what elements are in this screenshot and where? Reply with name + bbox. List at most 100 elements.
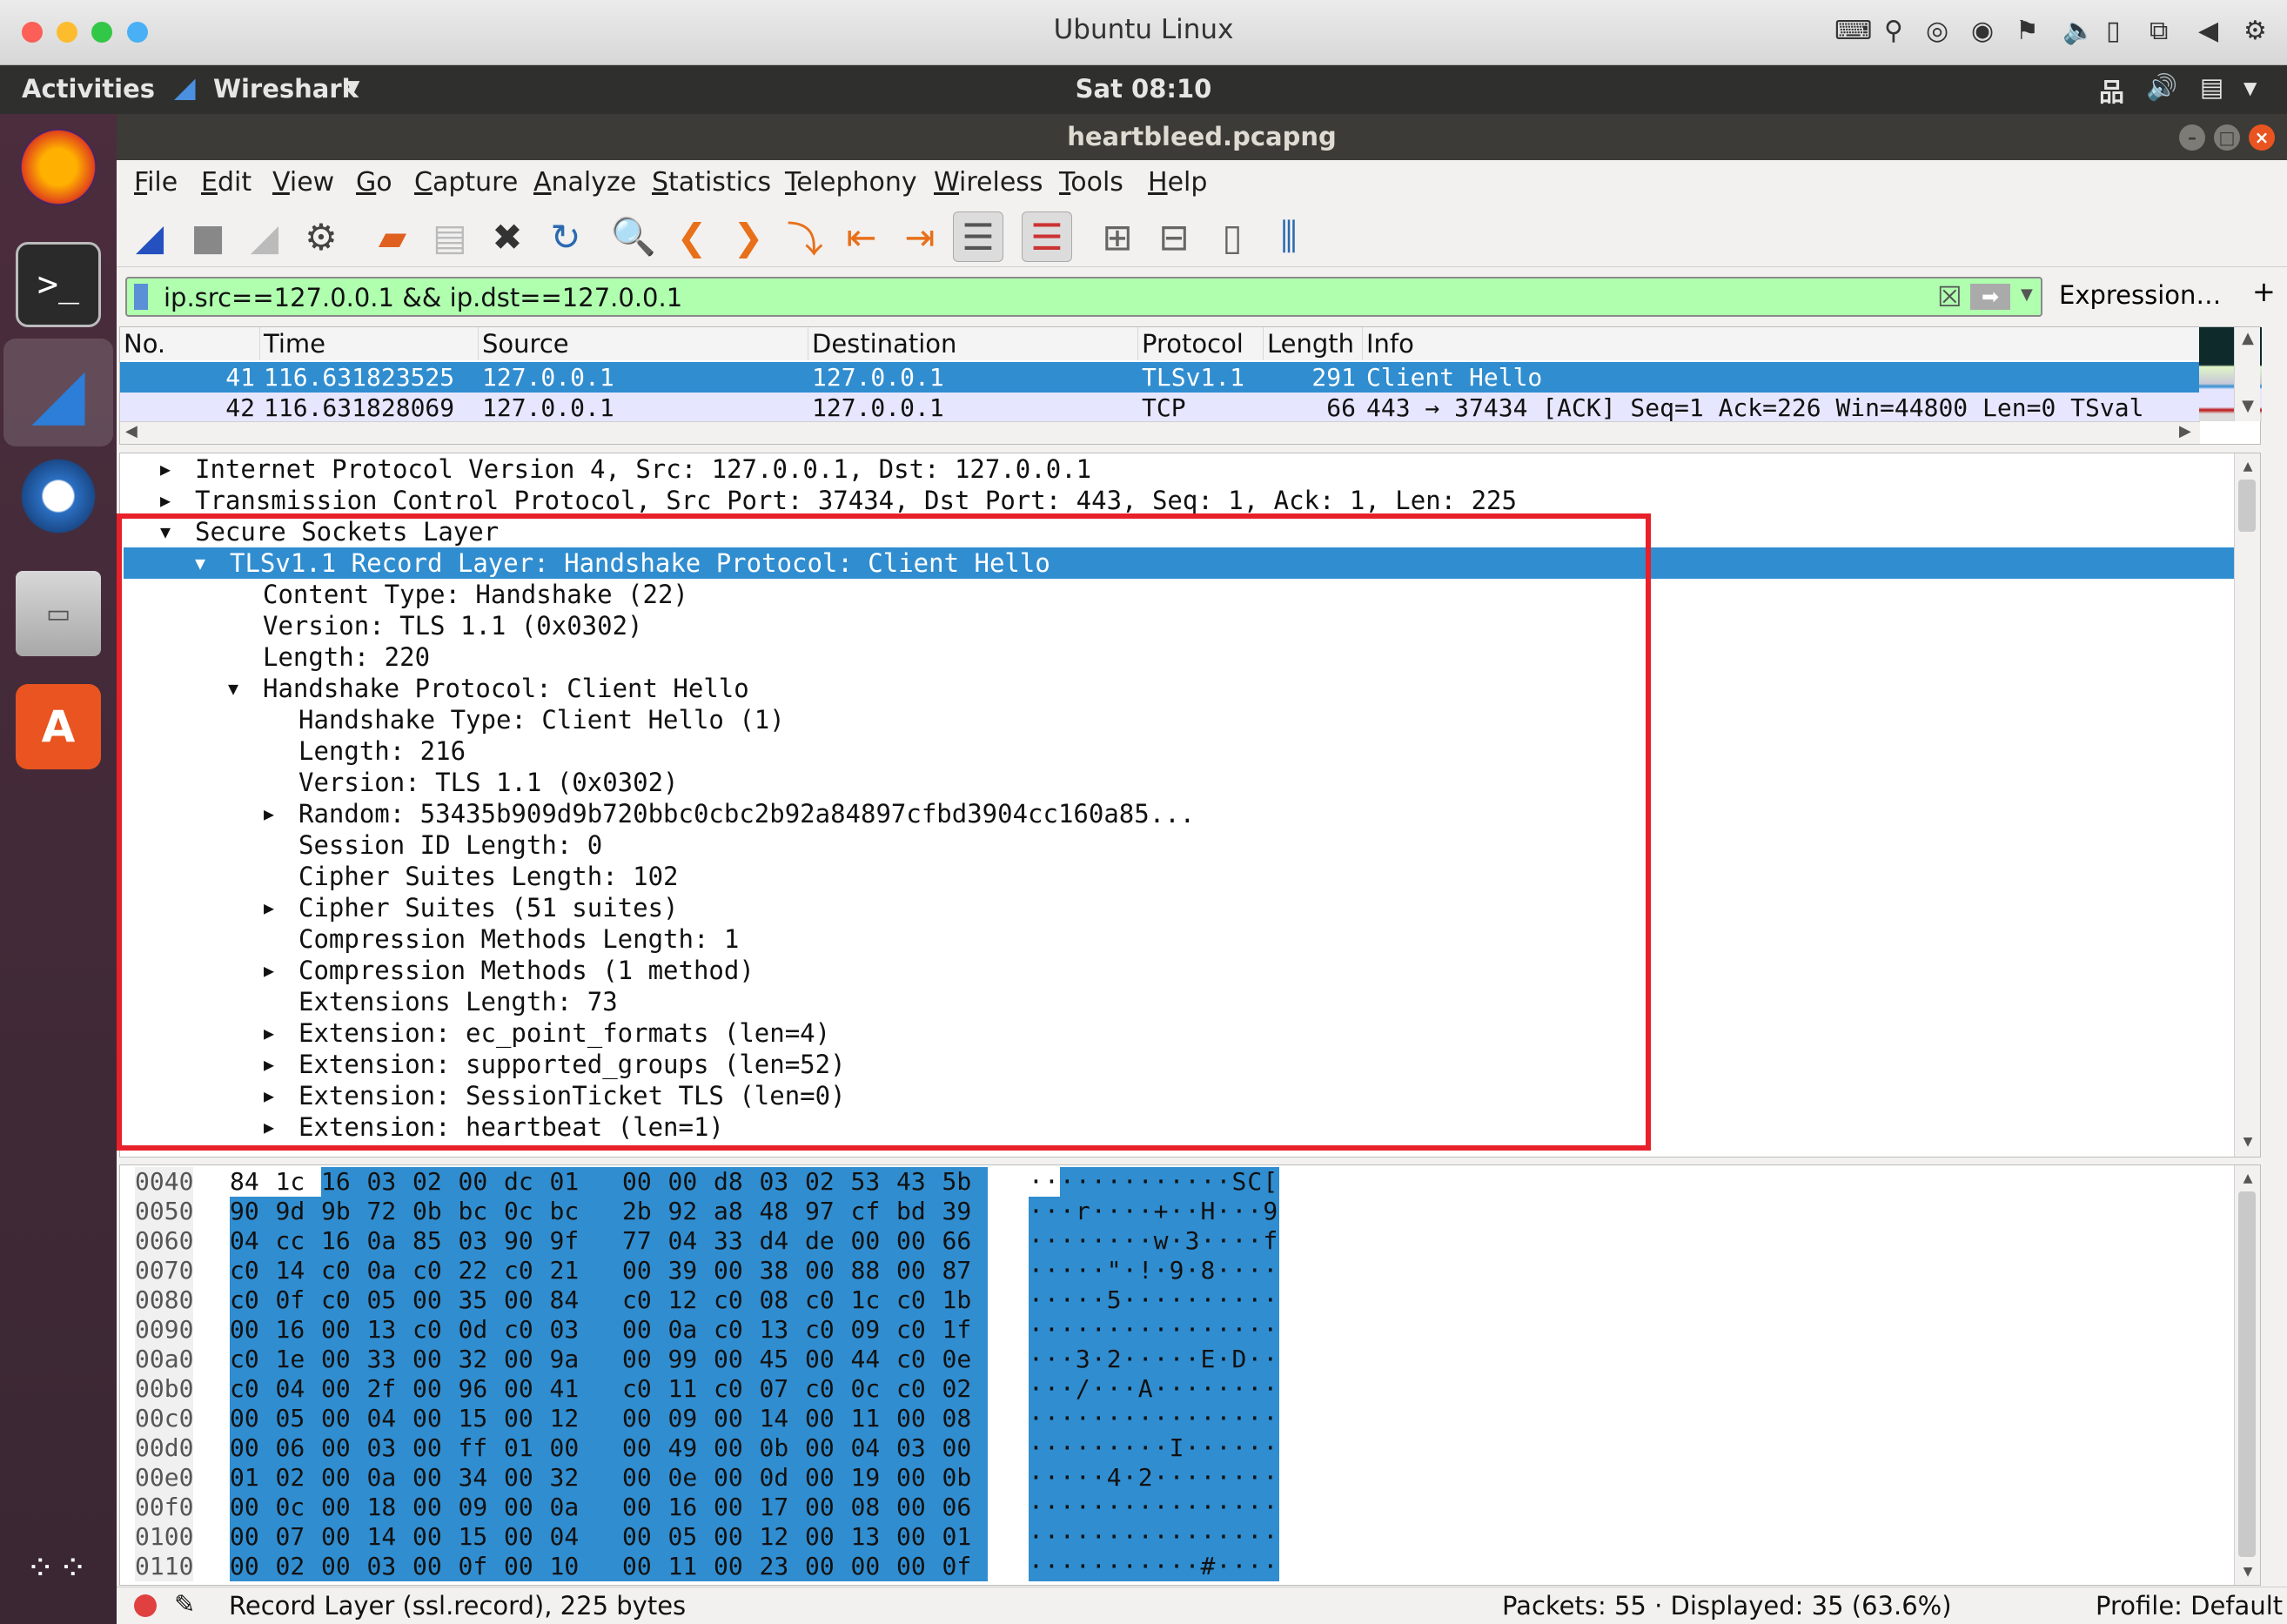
go-back-icon[interactable]: ❮ (667, 211, 717, 262)
hex-byte[interactable]: 00 (667, 1167, 714, 1197)
hex-byte[interactable]: 00 (321, 1552, 367, 1581)
hex-byte[interactable]: dc (504, 1167, 550, 1197)
hex-byte[interactable]: 00 (805, 1522, 851, 1552)
ascii-text[interactable]: ·····5·········· (1029, 1285, 1278, 1315)
hex-byte[interactable]: 32 (549, 1463, 622, 1493)
hex-byte[interactable]: 05 (667, 1522, 714, 1552)
hex-byte[interactable]: 00 (321, 1345, 367, 1374)
hex-byte[interactable]: c0 (896, 1285, 942, 1315)
hex-byte[interactable]: 00 (504, 1522, 550, 1552)
hex-byte[interactable]: 35 (458, 1285, 504, 1315)
hex-byte[interactable]: 0f (458, 1552, 504, 1581)
hex-byte[interactable]: 53 (850, 1167, 896, 1197)
packet-list-hscrollbar[interactable]: ◀ ▶ (120, 421, 2200, 444)
tree-item[interactable]: ▼ Handshake Protocol: Client Hello (120, 673, 2260, 704)
normal-size-icon[interactable]: ▯ (1207, 211, 1258, 262)
hex-byte[interactable]: c0 (896, 1345, 942, 1374)
save-file-icon[interactable]: ▤ (425, 211, 475, 262)
column-header-time[interactable]: Time (260, 327, 479, 360)
hex-byte[interactable]: 00 (714, 1493, 760, 1522)
hex-byte[interactable]: 00 (622, 1256, 668, 1285)
hex-byte[interactable]: 11 (667, 1374, 714, 1404)
hex-byte[interactable]: c0 (230, 1374, 276, 1404)
details-scrollbar[interactable]: ▲ ▼ (2234, 453, 2260, 1157)
hex-byte[interactable]: 13 (759, 1315, 805, 1345)
hex-byte[interactable]: 01 (504, 1433, 550, 1463)
hex-byte[interactable]: 00 (942, 1433, 988, 1463)
phone-icon[interactable]: ▯ (2106, 16, 2121, 46)
hex-byte[interactable]: 0a (366, 1226, 412, 1256)
packet-list-scrollbar[interactable]: ▲ ▼ (2234, 327, 2260, 421)
hex-byte[interactable]: 04 (549, 1522, 622, 1552)
collapsed-triangle-icon[interactable]: ▶ (264, 955, 274, 986)
hex-byte[interactable]: 00 (412, 1552, 459, 1581)
back-icon[interactable]: ◀ (2198, 16, 2218, 46)
hex-byte[interactable]: 00 (504, 1345, 550, 1374)
hex-byte[interactable]: 19 (850, 1463, 896, 1493)
hex-byte[interactable]: 17 (759, 1493, 805, 1522)
hex-byte[interactable]: 0a (549, 1493, 622, 1522)
collapsed-triangle-icon[interactable]: ▶ (264, 1111, 274, 1143)
hex-byte[interactable]: 00 (412, 1404, 459, 1433)
collapsed-triangle-icon[interactable]: ▶ (160, 485, 171, 516)
tree-item[interactable]: Length: 220 (120, 641, 2260, 673)
hex-byte[interactable]: 00 (321, 1522, 367, 1552)
hex-byte[interactable]: 00 (714, 1552, 760, 1581)
hex-byte[interactable]: 00 (458, 1167, 504, 1197)
tree-item[interactable]: ▶ Cipher Suites (51 suites) (120, 892, 2260, 923)
hex-byte[interactable]: 00 (714, 1433, 760, 1463)
collapsed-triangle-icon[interactable]: ▶ (264, 892, 274, 923)
hex-byte[interactable]: 00 (896, 1226, 942, 1256)
hex-byte[interactable]: c0 (622, 1285, 668, 1315)
hex-byte[interactable]: c0 (412, 1256, 459, 1285)
tree-item[interactable]: ▼ Secure Sockets Layer (120, 516, 2260, 547)
hex-byte[interactable]: 96 (458, 1374, 504, 1404)
hex-byte[interactable]: 92 (667, 1197, 714, 1226)
hex-byte[interactable]: 00 (230, 1552, 276, 1581)
reload-file-icon[interactable]: ↻ (540, 211, 591, 262)
hex-byte[interactable]: 00 (714, 1522, 760, 1552)
hex-byte[interactable]: 0a (366, 1463, 412, 1493)
hex-byte[interactable]: 00 (805, 1463, 851, 1493)
hex-byte[interactable]: 00 (805, 1404, 851, 1433)
hex-byte[interactable]: 15 (458, 1404, 504, 1433)
hex-byte[interactable]: 00 (622, 1404, 668, 1433)
profile-label[interactable]: Profile: Default (2096, 1591, 2283, 1621)
hex-byte[interactable]: 00 (805, 1552, 851, 1581)
hex-byte[interactable]: ff (458, 1433, 504, 1463)
terminal-icon[interactable]: >_ (16, 242, 101, 327)
hex-byte[interactable]: 10 (549, 1552, 622, 1581)
hex-byte[interactable]: 49 (667, 1433, 714, 1463)
hex-byte[interactable]: 0b (412, 1197, 459, 1226)
first-packet-icon[interactable]: ⇤ (836, 211, 887, 262)
hex-byte[interactable]: 90 (230, 1197, 276, 1226)
hex-byte[interactable]: 84 (549, 1285, 622, 1315)
hex-byte[interactable]: 00 (230, 1433, 276, 1463)
hex-byte[interactable]: bc (549, 1197, 622, 1226)
hex-byte[interactable]: 09 (850, 1315, 896, 1345)
hex-byte[interactable]: a8 (714, 1197, 760, 1226)
last-packet-icon[interactable]: ⇥ (895, 211, 945, 262)
hex-byte[interactable]: 87 (942, 1256, 988, 1285)
capture-status-icon[interactable] (134, 1594, 157, 1617)
hex-byte[interactable]: 16 (275, 1315, 321, 1345)
ascii-text[interactable]: ················ (1029, 1315, 1278, 1345)
hex-byte[interactable]: 08 (942, 1404, 988, 1433)
hex-byte[interactable]: 00 (321, 1404, 367, 1433)
battery-icon[interactable]: ▤ (2200, 72, 2223, 102)
hex-byte[interactable]: c0 (896, 1315, 942, 1345)
tree-item[interactable]: ▼ TLSv1.1 Record Layer: Handshake Protoco… (124, 547, 2260, 579)
ascii-text[interactable]: ················ (1029, 1404, 1278, 1433)
hex-byte[interactable]: 03 (366, 1552, 412, 1581)
hex-byte[interactable]: 15 (458, 1522, 504, 1552)
menu-file[interactable]: File (134, 167, 178, 198)
hex-byte[interactable]: 07 (275, 1522, 321, 1552)
hex-byte[interactable]: 0b (759, 1433, 805, 1463)
collapsed-triangle-icon[interactable]: ▶ (264, 1017, 274, 1049)
cd-icon[interactable]: ◎ (1926, 16, 1948, 46)
tree-item[interactable]: ▶ Random: 53435b909d9b720bbc0cbc2b92a8489… (120, 798, 2260, 829)
hex-byte[interactable]: 02 (275, 1552, 321, 1581)
apply-filter-arrow-icon[interactable]: ➡ (1970, 284, 2010, 310)
hex-byte[interactable]: 18 (366, 1493, 412, 1522)
hex-byte[interactable]: 05 (275, 1404, 321, 1433)
